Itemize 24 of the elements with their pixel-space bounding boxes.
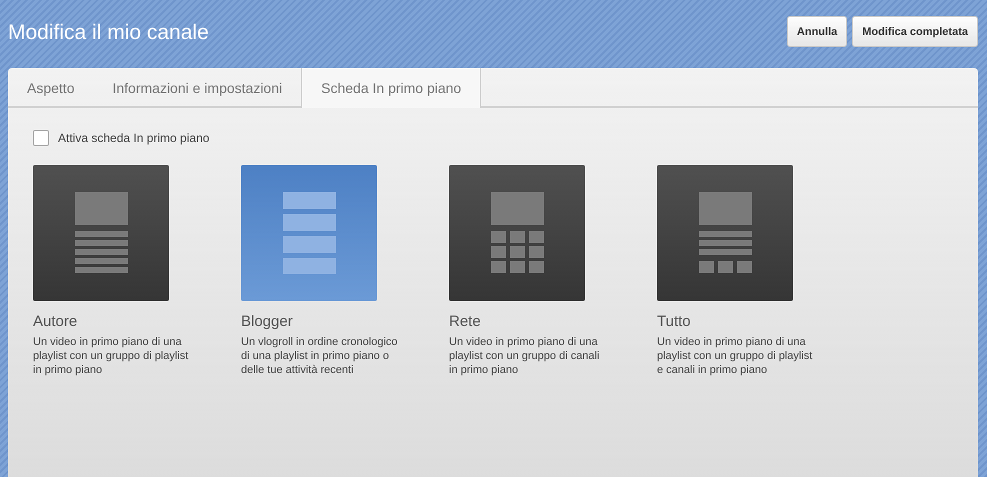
tab[interactable]: Scheda In primo piano bbox=[301, 68, 482, 108]
layout-name: Blogger bbox=[241, 313, 294, 330]
layout-icon bbox=[74, 192, 128, 274]
layout-tile[interactable] bbox=[33, 165, 169, 301]
layout-icon bbox=[282, 192, 336, 274]
page-title: Modifica il mio canale bbox=[8, 21, 209, 45]
layout-icon bbox=[490, 192, 544, 274]
layout-description: Un video in primo piano di una playlist con un gruppo di canali in primo piano bbox=[449, 335, 600, 377]
cancel-button[interactable]: Annulla bbox=[786, 16, 848, 47]
done-button[interactable]: Modifica completata bbox=[852, 16, 978, 47]
layout-tile[interactable] bbox=[449, 165, 585, 301]
layout-name: Tutto bbox=[657, 313, 692, 330]
checkbox[interactable] bbox=[33, 130, 49, 146]
layout-name: Autore bbox=[33, 313, 78, 330]
layout-description: Un video in primo piano di una playlist con un gruppo di playlist in primo piano bbox=[33, 335, 190, 377]
tab[interactable]: Informazioni e impostazioni bbox=[93, 68, 302, 108]
layout-icon bbox=[698, 192, 752, 274]
layout-description: Un video in primo piano di una playlist con un gruppo di playlist e canali in primo piano bbox=[657, 335, 814, 377]
tab[interactable]: Aspetto bbox=[8, 68, 94, 108]
checkbox-label: Attiva scheda In primo piano bbox=[58, 131, 210, 145]
layout-name: Rete bbox=[449, 313, 482, 330]
layout-description: Un vlogroll in ordine cronologico di una playlist in primo piano o delle tue attività recenti bbox=[241, 335, 399, 377]
layout-tile[interactable] bbox=[657, 165, 793, 301]
layout-tile[interactable] bbox=[241, 165, 377, 301]
